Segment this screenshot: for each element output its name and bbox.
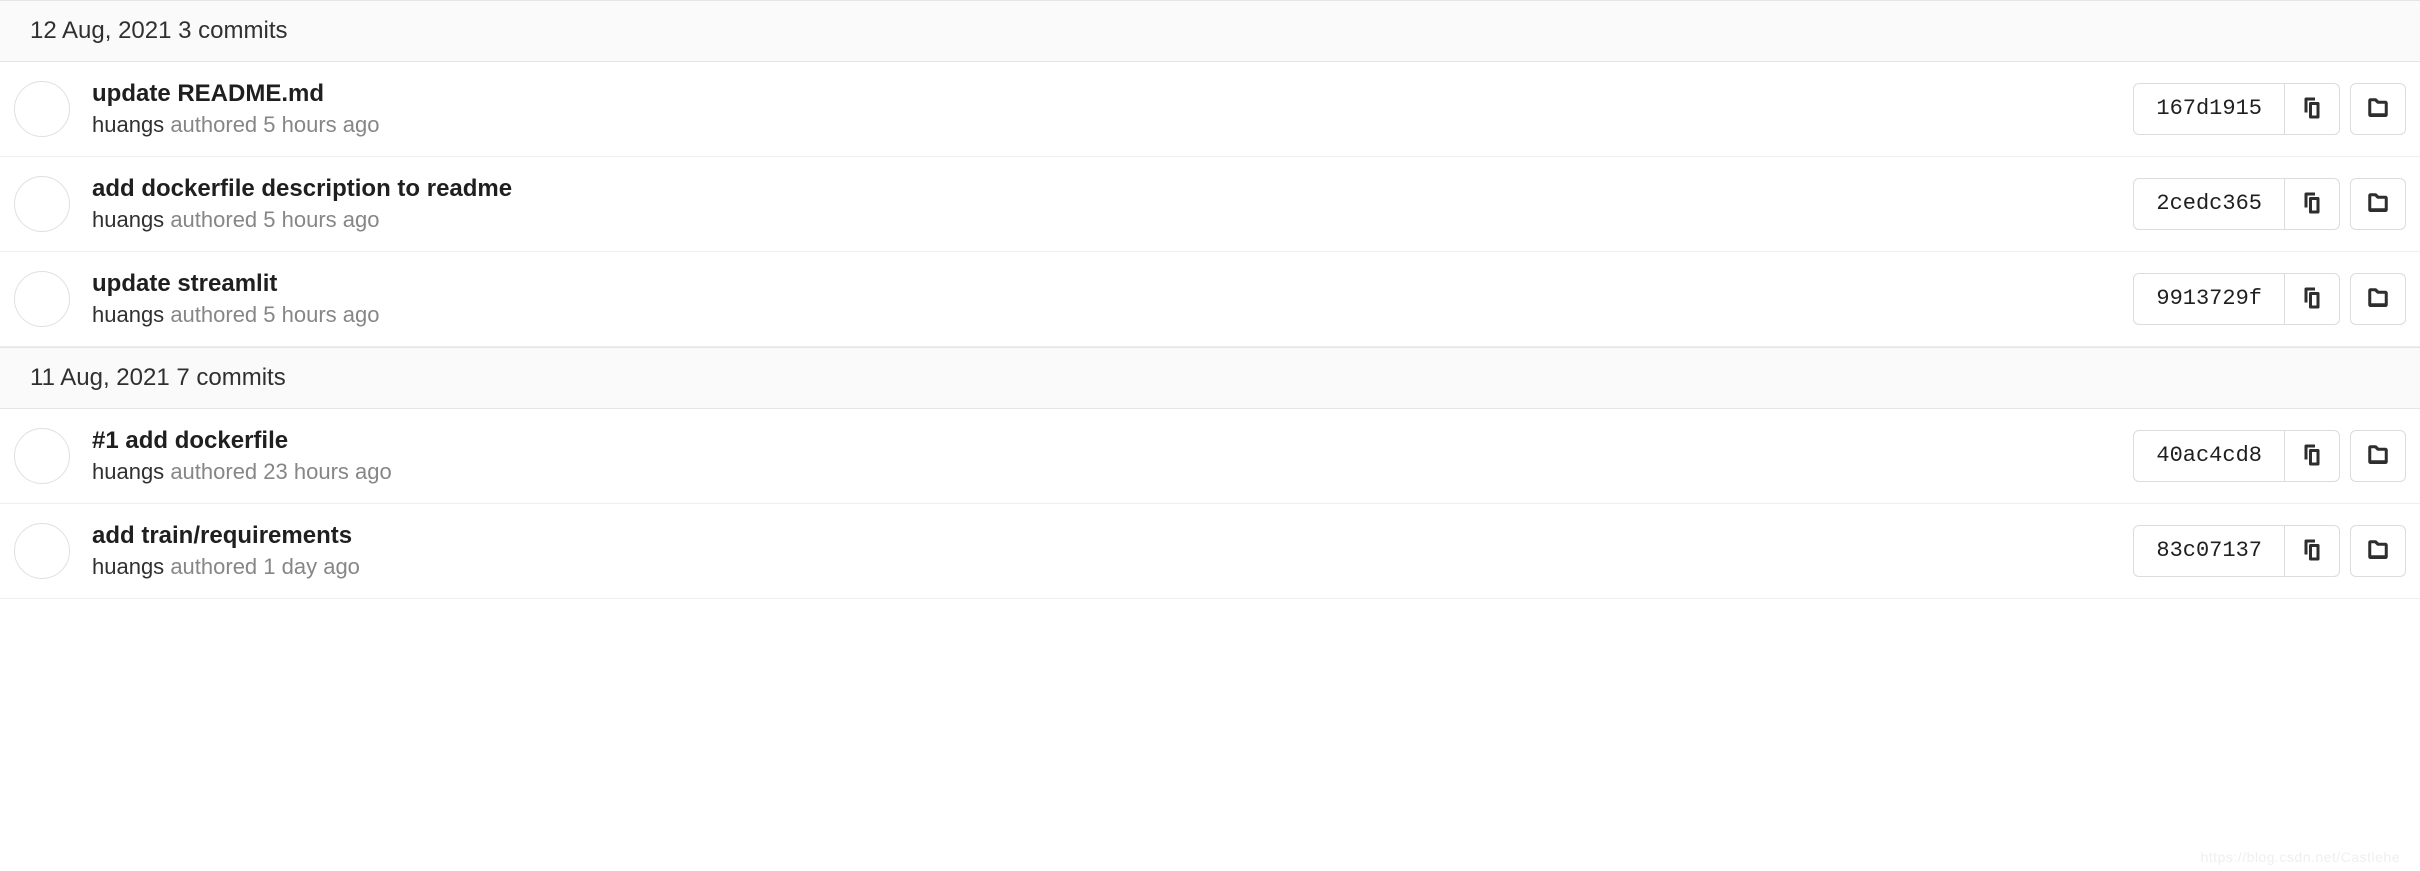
- commit-title[interactable]: add dockerfile description to readme: [92, 175, 2133, 203]
- browse-files-button[interactable]: [2350, 273, 2406, 325]
- commit-time: authored 5 hours ago: [170, 207, 379, 232]
- commit-time: authored 1 day ago: [170, 554, 360, 579]
- commit-time: authored 5 hours ago: [170, 302, 379, 327]
- commit-count: 3 commits: [178, 17, 287, 44]
- copy-sha-button[interactable]: [2284, 430, 2340, 482]
- commit-time: authored 5 hours ago: [170, 112, 379, 137]
- commit-title[interactable]: add train/requirements: [92, 522, 2133, 550]
- commit-row: add dockerfile description to readme huan…: [0, 157, 2420, 252]
- avatar[interactable]: [14, 428, 70, 484]
- commit-info: #1 add dockerfile huangs authored 23 hour…: [92, 427, 2133, 485]
- commit-author[interactable]: huangs: [92, 112, 164, 137]
- commit-sha-button[interactable]: 83c07137: [2133, 525, 2285, 577]
- folder-icon: [2366, 538, 2390, 565]
- watermark: https://blog.csdn.net/Castlehe: [2201, 849, 2400, 865]
- commit-info: update README.md huangs authored 5 hours …: [92, 80, 2133, 138]
- commit-sha-button[interactable]: 167d1915: [2133, 83, 2285, 135]
- commit-meta: huangs authored 5 hours ago: [92, 112, 2133, 138]
- browse-files-button[interactable]: [2350, 430, 2406, 482]
- commit-sha-button[interactable]: 2cedc365: [2133, 178, 2285, 230]
- copy-sha-button[interactable]: [2284, 178, 2340, 230]
- commit-meta: huangs authored 23 hours ago: [92, 459, 2133, 485]
- copy-icon: [2300, 96, 2324, 123]
- folder-icon: [2366, 286, 2390, 313]
- commit-author[interactable]: huangs: [92, 554, 164, 579]
- commit-actions: 83c07137: [2133, 525, 2406, 577]
- folder-icon: [2366, 443, 2390, 470]
- commit-author[interactable]: huangs: [92, 207, 164, 232]
- browse-files-button[interactable]: [2350, 83, 2406, 135]
- commit-actions: 167d1915: [2133, 83, 2406, 135]
- avatar[interactable]: [14, 523, 70, 579]
- browse-files-button[interactable]: [2350, 178, 2406, 230]
- commit-actions: 40ac4cd8: [2133, 430, 2406, 482]
- commit-sha-button[interactable]: 9913729f: [2133, 273, 2285, 325]
- folder-icon: [2366, 96, 2390, 123]
- commit-time: authored 23 hours ago: [170, 459, 391, 484]
- commit-meta: huangs authored 5 hours ago: [92, 207, 2133, 233]
- commit-date-header: 11 Aug, 2021 7 commits: [0, 347, 2420, 409]
- copy-sha-button[interactable]: [2284, 83, 2340, 135]
- commit-sha-button[interactable]: 40ac4cd8: [2133, 430, 2285, 482]
- commit-title[interactable]: update streamlit: [92, 270, 2133, 298]
- commit-count: 7 commits: [176, 364, 285, 391]
- commit-meta: huangs authored 1 day ago: [92, 554, 2133, 580]
- commit-row: add train/requirements huangs authored 1 …: [0, 504, 2420, 599]
- copy-icon: [2300, 191, 2324, 218]
- commit-info: add train/requirements huangs authored 1 …: [92, 522, 2133, 580]
- copy-icon: [2300, 443, 2324, 470]
- commit-date-header: 12 Aug, 2021 3 commits: [0, 0, 2420, 62]
- avatar[interactable]: [14, 176, 70, 232]
- browse-files-button[interactable]: [2350, 525, 2406, 577]
- commit-row: #1 add dockerfile huangs authored 23 hour…: [0, 409, 2420, 504]
- commit-title[interactable]: update README.md: [92, 80, 2133, 108]
- commit-author[interactable]: huangs: [92, 302, 164, 327]
- commit-list: 12 Aug, 2021 3 commits update README.md hu…: [0, 0, 2420, 599]
- copy-sha-button[interactable]: [2284, 273, 2340, 325]
- commit-meta: huangs authored 5 hours ago: [92, 302, 2133, 328]
- commit-info: update streamlit huangs authored 5 hours …: [92, 270, 2133, 328]
- commit-date: 11 Aug, 2021: [30, 364, 170, 391]
- folder-icon: [2366, 191, 2390, 218]
- commit-author[interactable]: huangs: [92, 459, 164, 484]
- copy-sha-button[interactable]: [2284, 525, 2340, 577]
- commit-info: add dockerfile description to readme huan…: [92, 175, 2133, 233]
- copy-icon: [2300, 286, 2324, 313]
- avatar[interactable]: [14, 81, 70, 137]
- commit-row: update streamlit huangs authored 5 hours …: [0, 252, 2420, 347]
- avatar[interactable]: [14, 271, 70, 327]
- commit-date: 12 Aug, 2021: [30, 17, 171, 44]
- commit-row: update README.md huangs authored 5 hours …: [0, 62, 2420, 157]
- commit-actions: 9913729f: [2133, 273, 2406, 325]
- commit-actions: 2cedc365: [2133, 178, 2406, 230]
- commit-title[interactable]: #1 add dockerfile: [92, 427, 2133, 455]
- copy-icon: [2300, 538, 2324, 565]
